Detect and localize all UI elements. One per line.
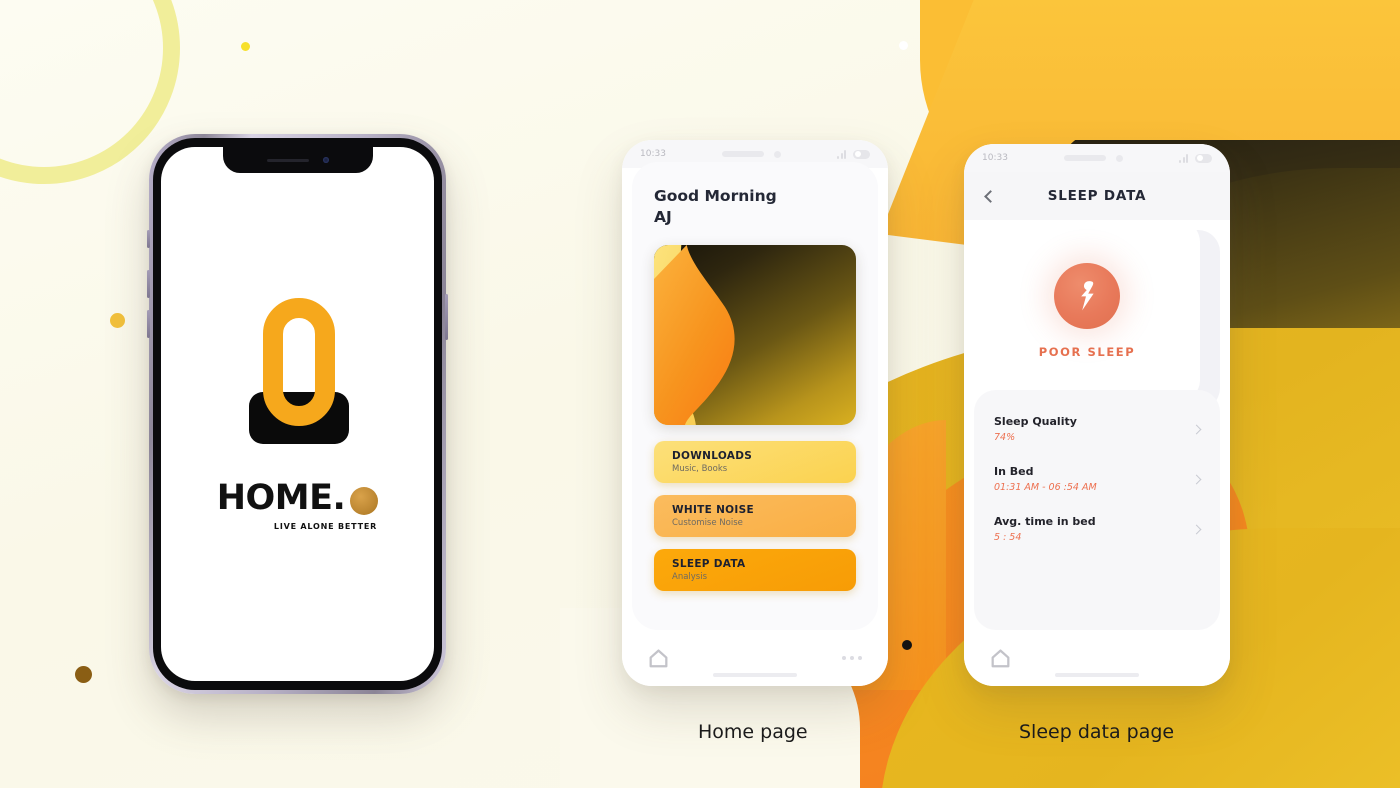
stat-value: 74%: [994, 432, 1016, 443]
house-icon[interactable]: [990, 648, 1011, 668]
dot-white-top-right: [899, 41, 908, 50]
house-icon[interactable]: [648, 648, 669, 668]
status-indicators: [837, 149, 870, 159]
dot-black-center: [902, 640, 912, 650]
menu-subtitle: Analysis: [672, 571, 708, 582]
brand-tagline: LIVE ALONE BETTER: [273, 521, 378, 531]
page-title: SLEEP DATA: [1047, 188, 1147, 204]
signal-bars-icon: [1179, 153, 1188, 163]
stat-value: 5 : 54: [994, 532, 1022, 543]
home-indicator: [1055, 673, 1139, 677]
bottom-nav-home: [622, 630, 888, 686]
front-camera-icon: [1115, 154, 1123, 162]
home-content: Good Morning AJ DOWNLOADS Music, Books W…: [632, 162, 878, 630]
greeting-block: Good Morning AJ: [654, 186, 856, 229]
mute-switch[interactable]: [147, 230, 150, 248]
status-indicators: [1179, 153, 1212, 163]
stat-row-avg-time-in-bed[interactable]: Avg. time in bed 5 : 54: [994, 506, 1202, 556]
hero-illustration-card[interactable]: [654, 244, 856, 425]
bolt-glyph: [1081, 281, 1094, 311]
score-card-stack: POOR SLEEP: [964, 220, 1230, 410]
caption-sleep-page: Sleep data page: [1019, 721, 1175, 743]
home-indicator: [713, 673, 797, 677]
stat-label: Avg. time in bed: [994, 515, 1096, 528]
brand-name: HOME.: [216, 477, 346, 518]
stat-texts: In Bed 01:31 AM - 06 :54 AM: [994, 465, 1097, 493]
menu-subtitle: Music, Books: [672, 463, 728, 474]
stat-value: 01:31 AM - 06 :54 AM: [994, 482, 1097, 493]
menu-title: WHITE NOISE: [672, 503, 754, 516]
dot-yellow-top: [241, 42, 250, 51]
speaker-grille-icon: [1063, 155, 1106, 161]
menu-card-white-noise[interactable]: WHITE NOISE Customise Noise: [654, 494, 856, 537]
dot-gold-left: [110, 313, 125, 328]
status-time: 10:33: [640, 149, 666, 159]
battery-icon: [1195, 153, 1212, 163]
speaker-grille-icon: [721, 151, 764, 157]
iphone-screen: HOME. LIVE ALONE BETTER: [161, 147, 434, 681]
sleep-stats-list: Sleep Quality 74% In Bed 01:31 AM - 06 :…: [974, 390, 1220, 630]
phone-mockup-sleep: 10:33 SLEEP DATA POOR SLEEP Sleep Qualit…: [964, 144, 1230, 686]
power-button[interactable]: [445, 294, 448, 340]
stat-texts: Sleep Quality 74%: [994, 415, 1077, 443]
menu-card-sleep-data[interactable]: SLEEP DATA Analysis: [654, 548, 856, 591]
chevron-right-icon[interactable]: [1191, 474, 1202, 484]
chevron-right-icon[interactable]: [1191, 424, 1202, 434]
status-time: 10:33: [982, 153, 1008, 163]
stat-texts: Avg. time in bed 5 : 54: [994, 515, 1096, 543]
status-bar-sleep: 10:33: [964, 144, 1230, 172]
dot-brown-left: [75, 666, 92, 683]
stat-label: In Bed: [994, 465, 1034, 478]
menu-title: SLEEP DATA: [672, 557, 746, 570]
splash-screen: HOME. LIVE ALONE BETTER: [161, 147, 434, 681]
more-dots-icon[interactable]: [842, 656, 862, 660]
brand-wordmark: HOME.: [217, 478, 379, 518]
iphone-notch: [222, 147, 373, 173]
logo-o-shape: [262, 297, 335, 426]
front-camera-icon: [322, 157, 329, 163]
greeting-line-2: AJ: [654, 208, 672, 227]
sleep-score-card[interactable]: POOR SLEEP: [974, 220, 1200, 402]
iphone-bezel: HOME. LIVE ALONE BETTER: [153, 138, 442, 690]
hero-wave-graphic: [654, 244, 735, 425]
home-menu-list: DOWNLOADS Music, Books WHITE NOISE Custo…: [654, 440, 856, 591]
phone-mockup-home: 10:33 Good Morning AJ DOWNLOADS Music, B…: [622, 140, 888, 686]
menu-title: DOWNLOADS: [672, 449, 753, 462]
status-notch-group: [721, 150, 781, 158]
stat-row-sleep-quality[interactable]: Sleep Quality 74%: [994, 406, 1202, 456]
menu-subtitle: Customise Noise: [672, 517, 743, 528]
brand-dot-icon: [350, 486, 379, 515]
iphone-device-splash: HOME. LIVE ALONE BETTER: [147, 134, 448, 694]
status-notch-group: [1063, 154, 1123, 162]
front-camera-icon: [773, 150, 781, 158]
back-chevron-icon[interactable]: [984, 189, 997, 203]
battery-icon: [853, 149, 870, 159]
sleep-score-label: POOR SLEEP: [1038, 345, 1136, 359]
sleep-header: SLEEP DATA: [964, 172, 1230, 220]
bottom-nav-sleep: [964, 630, 1230, 686]
chevron-right-icon[interactable]: [1191, 524, 1202, 534]
greeting-line-1: Good Morning: [654, 187, 777, 205]
caption-home-page: Home page: [698, 721, 808, 743]
stat-row-in-bed[interactable]: In Bed 01:31 AM - 06 :54 AM: [994, 456, 1202, 506]
menu-card-downloads[interactable]: DOWNLOADS Music, Books: [654, 440, 856, 483]
brand-logo-mark: [237, 297, 359, 444]
volume-down-button[interactable]: [147, 310, 150, 338]
lightning-bolt-icon: [1054, 263, 1120, 329]
speaker-grille-icon: [266, 158, 309, 162]
volume-up-button[interactable]: [147, 270, 150, 298]
signal-bars-icon: [837, 149, 846, 159]
stat-label: Sleep Quality: [994, 415, 1077, 428]
